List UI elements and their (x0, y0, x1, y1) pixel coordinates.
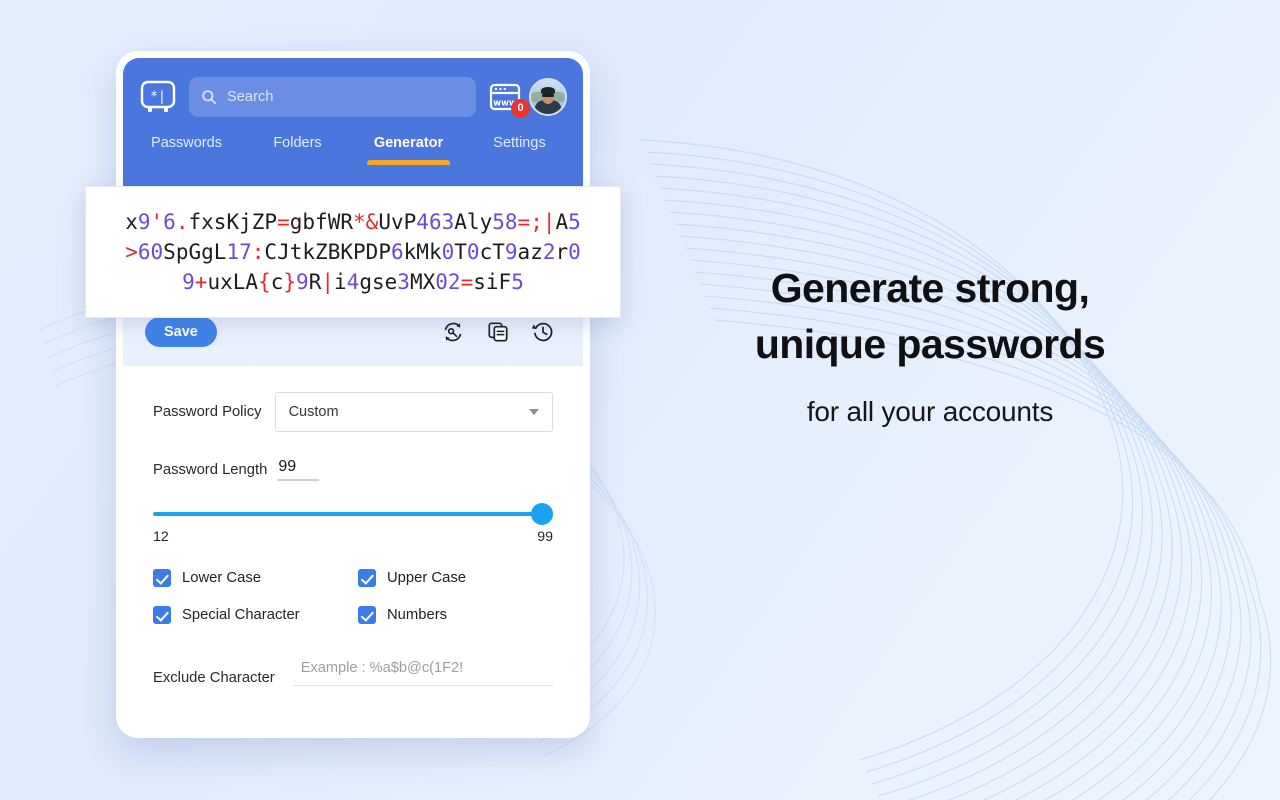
password-length-input[interactable] (277, 458, 320, 481)
checkbox-label: Numbers (387, 607, 448, 623)
password-length-label: Password Length (153, 461, 268, 478)
chevron-down-icon (529, 409, 539, 415)
checkmark-icon (153, 606, 171, 624)
app-window: *| Search www 0 Passwords Folders Genera… (116, 51, 590, 738)
checkbox-label: Special Character (182, 607, 300, 623)
promo-title: Generate strong, unique passwords (640, 260, 1220, 372)
tab-folders[interactable]: Folders (242, 135, 353, 165)
slider-track (153, 512, 553, 516)
slider-range-labels: 12 99 (153, 529, 553, 545)
tab-settings[interactable]: Settings (464, 135, 575, 165)
exclude-character-row: Exclude Character (153, 657, 553, 686)
password-policy-value: Custom (288, 404, 339, 420)
slider-min-label: 12 (153, 529, 169, 545)
header-actions: www 0 (488, 78, 567, 118)
search-icon (202, 90, 217, 105)
password-length-slider[interactable] (153, 501, 553, 527)
generator-icon-group (441, 320, 555, 344)
password-length-row: Password Length (153, 458, 553, 481)
checkmark-icon (358, 606, 376, 624)
password-history-icon[interactable] (531, 320, 555, 344)
tab-passwords[interactable]: Passwords (131, 135, 242, 165)
generated-password-popup: x9'6.fxsKjZP=gbfWR*&UvP463Aly58=;|A5 >60S… (85, 186, 621, 318)
exclude-character-input[interactable] (292, 657, 553, 686)
checkbox-label: Upper Case (387, 570, 466, 586)
checkbox-upper-case[interactable]: Upper Case (358, 569, 553, 587)
promo-title-line-1: Generate strong, (770, 265, 1090, 311)
checkmark-icon (358, 569, 376, 587)
checkbox-lower-case[interactable]: Lower Case (153, 569, 358, 587)
save-button[interactable]: Save (145, 317, 217, 347)
password-policy-label: Password Policy (153, 404, 262, 420)
avatar[interactable] (529, 78, 567, 116)
search-input[interactable]: Search (189, 77, 476, 117)
password-policy-select[interactable]: Custom (274, 392, 553, 432)
checkmark-icon (153, 569, 171, 587)
password-policy-row: Password Policy Custom (153, 392, 553, 432)
copy-password-icon[interactable] (486, 320, 510, 344)
promo-block: Generate strong, unique passwords for al… (640, 260, 1220, 428)
checkbox-label: Lower Case (182, 570, 261, 586)
svg-text:*|: *| (150, 90, 166, 105)
search-placeholder: Search (227, 89, 274, 105)
generator-settings-form: Password Policy Custom Password Length 1… (123, 366, 583, 686)
header-top-bar: *| Search www 0 (123, 58, 583, 118)
generated-password-text[interactable]: x9'6.fxsKjZP=gbfWR*&UvP463Aly58=;|A5 >60S… (102, 207, 604, 297)
vault-logo-icon[interactable]: *| (139, 78, 177, 116)
slider-thumb[interactable] (531, 503, 553, 525)
regenerate-password-icon[interactable] (441, 320, 465, 344)
main-tabs: Passwords Folders Generator Settings (123, 117, 583, 165)
character-type-options: Lower Case Upper Case Special Character … (153, 569, 553, 624)
checkbox-numbers[interactable]: Numbers (358, 606, 553, 624)
exclude-character-label: Exclude Character (153, 670, 275, 686)
tab-generator[interactable]: Generator (353, 135, 464, 165)
promo-subtitle: for all your accounts (806, 396, 1054, 427)
browser-extension-button[interactable]: www 0 (488, 80, 530, 118)
app-header: *| Search www 0 Passwords Folders Genera… (123, 58, 583, 186)
slider-max-label: 99 (537, 529, 553, 545)
checkbox-special-character[interactable]: Special Character (153, 606, 358, 624)
app-window-inner: *| Search www 0 Passwords Folders Genera… (123, 58, 583, 731)
promo-title-line-2: unique passwords (754, 321, 1106, 367)
extension-badge-count: 0 (511, 99, 530, 118)
